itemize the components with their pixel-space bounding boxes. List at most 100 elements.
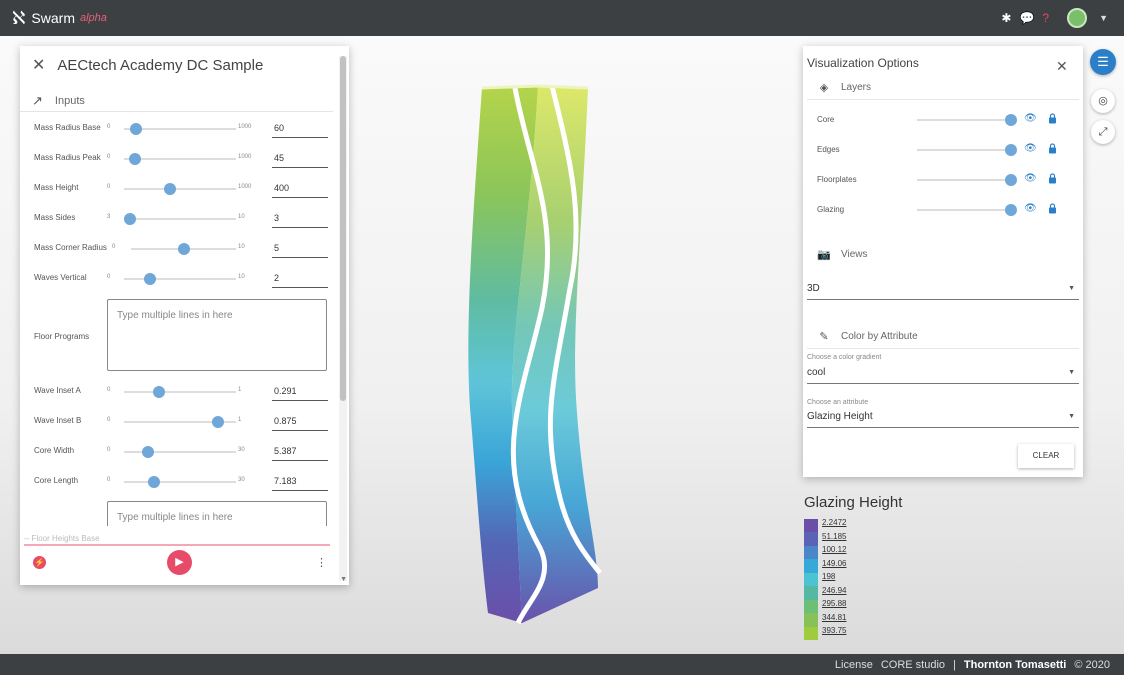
layer-opacity-track[interactable] [917,209,1012,211]
gradient-select-value: cool [807,367,826,378]
eye-icon[interactable]: 👁 [1024,143,1037,154]
more-vert-icon[interactable]: ⋮ [316,556,327,569]
param-slider-track[interactable] [124,188,236,190]
clear-button[interactable]: CLEAR [1018,444,1074,468]
swarm-logo-icon[interactable]: ℵ [12,8,25,29]
param-value-input[interactable]: 2 [272,268,328,288]
layers-section-header[interactable]: ◈ Layers [807,76,1079,100]
inputs-section-header[interactable]: ↗ Inputs [20,90,333,112]
bolt-icon[interactable]: ⚡ [33,556,46,569]
param-slider-thumb[interactable] [128,153,141,165]
layer-name: Glazing [817,205,845,214]
legend-value: 246.94 [822,585,847,595]
core-studio-link[interactable]: CORE studio [881,659,945,671]
eye-icon[interactable]: 👁 [1024,113,1037,124]
lock-icon[interactable] [1048,203,1057,214]
play-button[interactable]: ▶ [167,550,192,575]
tower-3d-view[interactable] [460,78,620,628]
close-icon[interactable]: ✕ [1056,58,1068,75]
param-value-input[interactable]: 0.291 [272,381,328,401]
license-link[interactable]: License [835,659,873,671]
floor-programs-textarea[interactable]: Type multiple lines in here [107,299,327,371]
layer-opacity-track[interactable] [917,119,1012,121]
legend-swatch [804,626,818,641]
menu-icon[interactable]: ☰ [1090,49,1116,75]
param-slider-track[interactable] [124,278,236,280]
layer-opacity-track[interactable] [917,179,1012,181]
param-max: 1 [238,417,242,423]
view-select-value: 3D [807,283,820,294]
param-row: Mass Corner Radius 0 10 5 [34,238,334,260]
panel-scrollbar[interactable] [339,56,347,581]
param-slider-thumb[interactable] [130,123,142,135]
param-row: Core Length 0 30 7.183 [34,471,334,493]
attribute-select[interactable]: Glazing Height ▼ [807,406,1079,428]
eye-icon[interactable]: 👁 [1024,203,1037,214]
param-slider-thumb[interactable] [144,273,156,285]
param-max: 10 [238,244,245,250]
scroll-down-icon[interactable]: ▼ [340,576,347,583]
param-slider-thumb[interactable] [148,476,160,488]
panel-footer: -- Floor Heights Base ⚡ ▶ ⋮ [20,526,333,585]
copyright: © 2020 [1074,658,1110,671]
avatar[interactable] [1067,8,1088,28]
layer-opacity-thumb[interactable] [1005,114,1017,126]
param-row: Mass Radius Peak 0 1000 45 [34,148,334,170]
param-value-input[interactable]: 400 [272,178,328,198]
app-tag: alpha [79,12,107,24]
param-slider-track[interactable] [124,451,236,453]
locate-icon[interactable]: ◎ [1091,89,1115,113]
param-min: 0 [107,417,111,423]
eye-icon[interactable]: 👁 [1024,173,1037,184]
help-icon[interactable]: ? [1042,11,1049,25]
legend-swatch [804,519,818,533]
param-value-input[interactable]: 60 [272,118,328,138]
color-section-header[interactable]: ✎ Color by Attribute [807,325,1079,349]
snowflake-icon[interactable]: ✱ [1001,11,1011,25]
param-value-input[interactable]: 0.875 [272,411,328,431]
layer-name: Core [817,115,835,124]
param-slider-track[interactable] [124,218,236,220]
layer-opacity-thumb[interactable] [1005,144,1017,156]
param-name: Mass Height [34,183,79,192]
lock-icon[interactable] [1048,113,1057,124]
param-slider-thumb[interactable] [153,386,166,398]
param-slider-thumb[interactable] [211,416,224,428]
chevron-down-icon[interactable]: ▼ [1099,13,1108,23]
legend-swatch [804,545,818,560]
expand-icon[interactable]: ⤢ [1091,120,1115,144]
views-section-header[interactable]: 📷 Views [807,242,1079,266]
param-slider-thumb[interactable] [164,183,176,195]
param-value-input[interactable]: 5 [272,238,328,258]
close-icon[interactable]: ✕ [32,55,45,75]
scrollbar-thumb[interactable] [340,56,346,401]
legend-swatch [804,572,818,587]
layer-opacity-thumb[interactable] [1005,204,1017,216]
legend-value: 393.75 [822,626,847,635]
layer-row: Glazing 👁 [817,200,1067,220]
param-slider-track[interactable] [124,158,236,160]
gradient-select[interactable]: cool ▼ [807,362,1079,384]
layer-opacity-thumb[interactable] [1005,174,1017,186]
param-slider-thumb[interactable] [124,213,136,225]
param-value-input[interactable]: 3 [272,208,328,228]
param-max: 30 [238,447,245,453]
layer-opacity-track[interactable] [917,149,1012,151]
lock-icon[interactable] [1048,143,1057,154]
arrow-up-right-icon: ↗ [32,92,43,108]
param-value-input[interactable]: 5.387 [272,441,328,461]
param-value-input[interactable]: 45 [272,148,328,168]
param-name: Mass Corner Radius [34,243,107,252]
param-slider-track[interactable] [124,481,236,483]
view-select[interactable]: 3D ▼ [807,278,1079,300]
param-slider-thumb[interactable] [177,243,190,255]
lock-icon[interactable] [1048,173,1057,184]
param-min: 0 [107,124,111,130]
param-row: Mass Radius Base 0 1000 60 [34,118,334,140]
chat-icon[interactable]: 💬 [1019,11,1034,25]
param-slider-track[interactable] [124,391,236,393]
param-value-input[interactable]: 7.183 [272,471,328,491]
legend-swatch [804,559,818,574]
param-slider-thumb[interactable] [142,446,154,458]
param-row: Waves Vertical 0 10 2 [34,268,334,290]
